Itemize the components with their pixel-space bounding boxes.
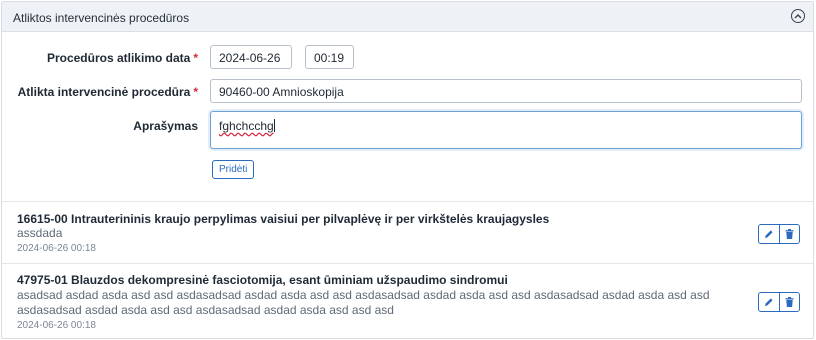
- required-mark: *: [193, 51, 198, 65]
- item-date: 2024-06-26 00:18: [17, 320, 96, 331]
- item-actions: [758, 224, 800, 244]
- date-label-text: Procedūros atlikimo data: [46, 51, 191, 65]
- procedure-label: Atlikta intervencinė procedūra *: [18, 85, 198, 99]
- trash-icon: [785, 297, 794, 307]
- description-textarea[interactable]: fghchcchg: [210, 111, 802, 149]
- required-mark: *: [193, 85, 198, 99]
- procedures-panel: Atliktos intervencinės procedūros Proced…: [1, 1, 814, 339]
- pencil-icon: [764, 298, 773, 306]
- delete-button[interactable]: [778, 293, 800, 311]
- item-actions: [758, 292, 800, 312]
- edit-button[interactable]: [759, 293, 779, 311]
- trash-icon: [785, 229, 794, 239]
- text-caret: [273, 119, 275, 132]
- add-button[interactable]: Pridėti: [212, 160, 255, 179]
- delete-button[interactable]: [778, 225, 800, 243]
- item-title: 16615-00 Intrauterininis kraujo perpylim…: [17, 212, 550, 226]
- item-title: 47975-01 Blauzdos dekompresinė fasciotom…: [17, 273, 508, 287]
- item-date: 2024-06-26 00:18: [17, 243, 96, 254]
- description-text: fghchcchg: [219, 119, 274, 133]
- procedure-select[interactable]: 90460-00 Amnioskopija: [210, 79, 802, 103]
- item-description: asadsad asdad asda asd asd asdasadsad as…: [17, 288, 710, 317]
- procedure-label-text: Atlikta intervencinė procedūra: [17, 85, 191, 99]
- chevron-up-icon: [794, 14, 802, 19]
- edit-button[interactable]: [759, 225, 779, 243]
- date-label: Procedūros atlikimo data *: [47, 51, 198, 65]
- panel-title: Atliktos intervencinės procedūros: [13, 11, 190, 25]
- date-field[interactable]: 2024-06-26: [210, 45, 292, 69]
- item-description: assdada: [17, 226, 63, 240]
- description-label: Aprašymas: [133, 119, 198, 133]
- time-field[interactable]: 00:19: [305, 45, 354, 69]
- pencil-icon: [764, 230, 773, 238]
- panel-header: Atliktos intervencinės procedūros: [2, 2, 813, 32]
- collapse-button[interactable]: [791, 9, 805, 23]
- divider: [2, 201, 813, 202]
- divider: [2, 263, 813, 264]
